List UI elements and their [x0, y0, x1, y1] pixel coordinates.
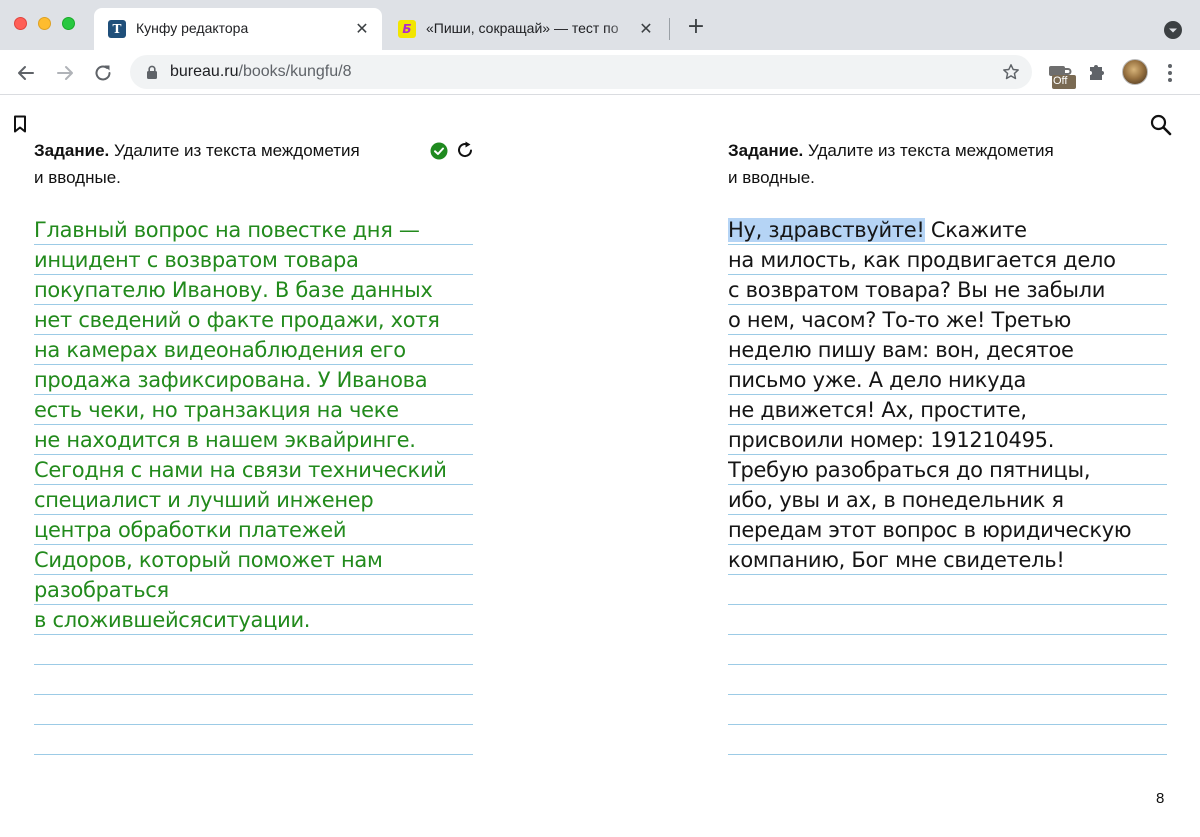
tab-kungfu[interactable]: Т Кунфу редактора ✕	[94, 8, 382, 50]
text-line: специалист и лучший инженер	[34, 488, 374, 512]
text-line: о нем, часом? То-то же! Третью	[728, 308, 1072, 332]
task-text-2: и вводные.	[728, 168, 815, 187]
url-path: /books/kungfu/8	[238, 63, 352, 80]
text-line: письмо уже. А дело никуда	[728, 368, 1027, 392]
task-label: Задание.	[34, 141, 110, 160]
text-line: в сложившейсяситуации.	[34, 608, 311, 632]
search-icon[interactable]	[1150, 114, 1172, 136]
text-line: покупателю Иванову. В базе данных	[34, 278, 433, 302]
text-line: компанию, Бог мне свидетель!	[728, 548, 1065, 572]
text-line: Сегодня с нами на связи технический	[34, 458, 447, 482]
text-line: центра обработки платежей	[34, 518, 347, 542]
book-page: Задание. Удалите из текста междометия и …	[0, 96, 1200, 837]
text-line: на милость, как продвигается дело	[728, 248, 1116, 272]
back-arrow-icon[interactable]	[13, 60, 39, 86]
bookmark-star-icon[interactable]	[1002, 63, 1020, 81]
reset-icon[interactable]	[455, 140, 475, 160]
new-tab-button[interactable]: +	[684, 16, 708, 40]
extension-badge: Off	[1053, 75, 1068, 87]
task-label: Задание.	[728, 141, 804, 160]
close-icon[interactable]: ✕	[352, 19, 372, 39]
task-text: Удалите из текста междометия	[113, 141, 360, 160]
url-text[interactable]: bureau.ru/books/kungfu/8	[170, 63, 351, 81]
address-bar[interactable]: bureau.ru/books/kungfu/8	[130, 55, 1032, 89]
url-host: bureau.ru	[170, 63, 239, 80]
tab-test[interactable]: Б «Пиши, сокращай» — тест по ✕	[384, 8, 666, 50]
text-line: продажа зафиксирована. У Иванова	[34, 368, 428, 392]
window-maximize-button[interactable]	[62, 17, 75, 30]
text-line: инцидент с возвратом товара	[34, 248, 359, 272]
task-instruction: Задание. Удалите из текста междометия и …	[34, 137, 434, 191]
tab-title: «Пиши, сокращай» — тест по	[426, 20, 619, 36]
window-close-button[interactable]	[14, 17, 27, 30]
menu-kebab-icon[interactable]	[1166, 62, 1174, 84]
text-line: с возвратом товара? Вы не забыли	[728, 278, 1106, 302]
text-line: передам этот вопрос в юридическую	[728, 518, 1132, 542]
forward-arrow-icon[interactable]	[52, 60, 78, 86]
tab-strip: Т Кунфу редактора ✕ Б «Пиши, сокращай» —…	[0, 0, 1200, 50]
tab-search-icon[interactable]	[1163, 20, 1183, 40]
page-number: 8	[1156, 790, 1165, 807]
reload-icon[interactable]	[90, 60, 116, 86]
text-line: не движется! Ах, простите,	[728, 398, 1027, 422]
task-text: Удалите из текста междометия	[807, 141, 1054, 160]
tab-title: Кунфу редактора	[136, 20, 249, 36]
profile-avatar[interactable]	[1122, 59, 1148, 85]
check-circle-icon	[430, 142, 448, 160]
exercise-text-area[interactable]: Ну, здравствуйте! Скажите на милость, ка…	[728, 215, 1167, 755]
window-minimize-button[interactable]	[38, 17, 51, 30]
tab-divider	[669, 18, 670, 40]
text-after-selection: Скажите	[924, 218, 1027, 242]
text-line: присвоили номер: 191210495.	[728, 428, 1055, 452]
lock-icon[interactable]	[146, 65, 158, 79]
task-instruction: Задание. Удалите из текста междометия и …	[728, 137, 1128, 191]
text-line: на камерах видеонаблюдения его	[34, 338, 406, 362]
bureau-favicon-icon: Т	[108, 20, 126, 38]
text-line: нет сведений о факте продажи, хотя	[34, 308, 440, 332]
text-line: не находится в нашем эквайринге.	[34, 428, 416, 452]
text-line: ибо, увы и ах, в понедельник я	[728, 488, 1064, 512]
text-line: разобраться	[34, 578, 169, 602]
text-line: Сидоров, который поможет нам	[34, 548, 383, 572]
text-line: неделю пишу вам: вон, десятое	[728, 338, 1074, 362]
browser-toolbar: bureau.ru/books/kungfu/8 Off	[0, 50, 1200, 95]
bookmark-icon[interactable]	[13, 115, 27, 133]
text-line-first: Ну, здравствуйте! Скажите	[728, 215, 1167, 245]
puzzle-extensions-icon[interactable]	[1087, 61, 1107, 83]
task-text-2: и вводные.	[34, 168, 121, 187]
b-favicon-icon: Б	[398, 20, 416, 38]
edited-text-area[interactable]: Главный вопрос на повестке дня — инциден…	[34, 215, 473, 755]
text-line: Требую разобраться до пятницы,	[728, 458, 1091, 482]
close-icon[interactable]: ✕	[636, 19, 656, 39]
text-line: есть чеки, но транзакция на чеке	[34, 398, 399, 422]
text-line: Главный вопрос на повестке дня —	[34, 218, 420, 242]
selected-text[interactable]: Ну, здравствуйте!	[728, 218, 925, 242]
